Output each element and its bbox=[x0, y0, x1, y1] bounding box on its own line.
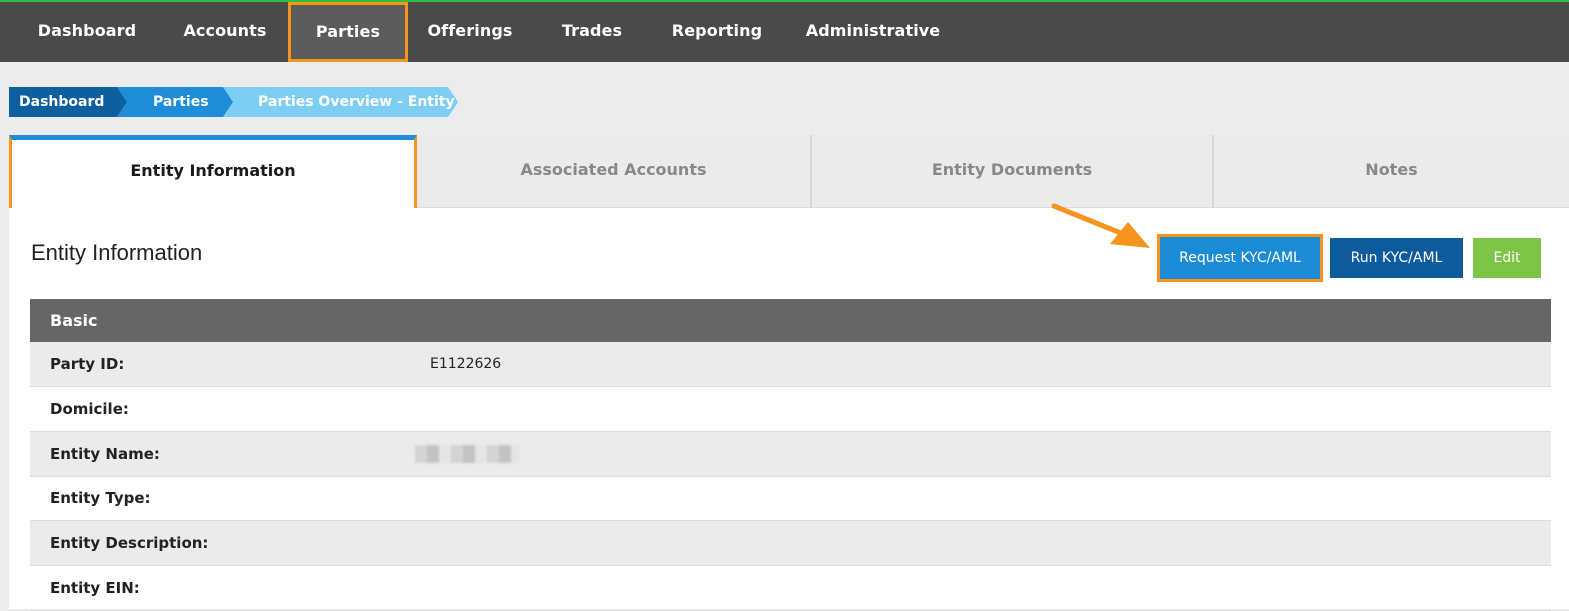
breadcrumb-dashboard[interactable]: Dashboard bbox=[9, 87, 127, 117]
tab-associated-accounts[interactable]: Associated Accounts bbox=[417, 135, 810, 208]
nav-parties[interactable]: Parties bbox=[288, 2, 408, 62]
breadcrumb-parties[interactable]: Parties bbox=[117, 87, 233, 117]
tab-notes[interactable]: Notes bbox=[1212, 135, 1569, 208]
row-label: Entity Name: bbox=[50, 445, 160, 463]
row-label: Entity Description: bbox=[50, 534, 209, 552]
orange-arrow-icon bbox=[1051, 203, 1150, 248]
tab-entity-information[interactable]: Entity Information bbox=[9, 135, 417, 212]
table-row-entity-name: Entity Name: bbox=[30, 432, 1551, 477]
table-row-entity-description: Entity Description: bbox=[30, 521, 1551, 566]
nav-accounts[interactable]: Accounts bbox=[170, 2, 280, 62]
request-kyc-aml-button[interactable]: Request KYC/AML bbox=[1157, 234, 1323, 282]
row-label: Entity EIN: bbox=[50, 579, 140, 597]
table-row-entity-type: Entity Type: bbox=[30, 476, 1551, 521]
run-kyc-aml-button[interactable]: Run KYC/AML bbox=[1330, 238, 1463, 278]
table-row-domicile: Domicile: bbox=[30, 387, 1551, 432]
tab-entity-documents[interactable]: Entity Documents bbox=[810, 135, 1212, 208]
breadcrumb-current: Parties Overview - Entity bbox=[223, 87, 458, 117]
nav-trades[interactable]: Trades bbox=[546, 2, 638, 62]
redacted-value bbox=[415, 445, 520, 463]
edit-button[interactable]: Edit bbox=[1473, 238, 1541, 278]
top-navigation-bar: Dashboard Accounts Parties Offerings Tra… bbox=[0, 0, 1569, 62]
row-label: Domicile: bbox=[50, 400, 129, 418]
row-value: E1122626 bbox=[430, 356, 502, 372]
row-label: Party ID: bbox=[50, 355, 125, 373]
nav-dashboard[interactable]: Dashboard bbox=[24, 2, 150, 62]
row-label: Entity Type: bbox=[50, 489, 151, 507]
table-row-party-id: Party ID: E1122626 bbox=[30, 342, 1551, 387]
nav-offerings[interactable]: Offerings bbox=[414, 2, 526, 62]
section-title: Entity Information bbox=[31, 240, 203, 265]
table-header-basic: Basic bbox=[30, 299, 1551, 342]
table-row-entity-ein: Entity EIN: bbox=[30, 566, 1551, 611]
nav-reporting[interactable]: Reporting bbox=[658, 2, 776, 62]
nav-administrative[interactable]: Administrative bbox=[796, 2, 950, 62]
